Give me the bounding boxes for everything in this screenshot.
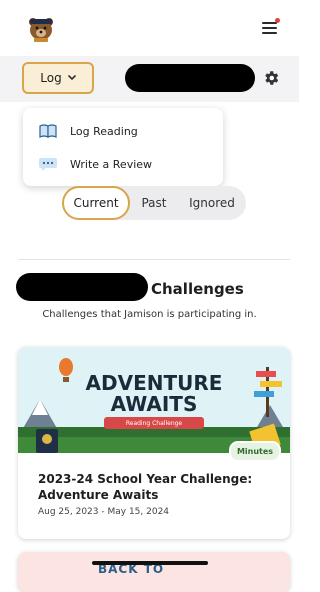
challenge-filter-tabs: Current Past Ignored <box>62 186 246 220</box>
tab-ignored[interactable]: Ignored <box>182 186 242 220</box>
challenge-card[interactable]: ADVENTURE AWAITS Reading Challenge Minut… <box>18 347 290 539</box>
challenge-banner-image: ADVENTURE AWAITS Reading Challenge <box>18 347 290 453</box>
speech-bubble-icon <box>38 156 58 172</box>
menu-item-write-review[interactable]: Write a Review <box>23 147 223 181</box>
redacted-student-name <box>125 64 255 92</box>
tab-label: Past <box>141 196 167 210</box>
tab-past[interactable]: Past <box>130 186 178 220</box>
log-dropdown-menu: Log Reading Write a Review <box>23 108 223 186</box>
section-heading: Challenges <box>151 280 244 298</box>
challenge-type-badge: Minutes <box>229 441 281 462</box>
redacted-student-name <box>16 273 148 301</box>
reading-challenge-ribbon: Reading Challenge <box>104 417 204 429</box>
menu-item-label: Write a Review <box>70 157 153 171</box>
tab-label: Current <box>73 196 119 210</box>
tab-label: Ignored <box>189 196 235 210</box>
challenge-dates: Aug 25, 2023 - May 15, 2024 <box>38 507 170 517</box>
home-indicator[interactable] <box>92 561 208 565</box>
banner-title-line2: AWAITS <box>110 392 198 416</box>
log-dropdown-button[interactable]: Log <box>22 62 94 94</box>
bear-mascot-icon[interactable] <box>26 16 56 42</box>
chevron-down-icon <box>67 75 76 81</box>
hamburger-menu-icon[interactable] <box>262 18 280 36</box>
top-navigation-bar <box>0 0 299 56</box>
challenge-title: 2023-24 School Year Challenge: Adventure… <box>38 472 253 502</box>
menu-item-log-reading[interactable]: Log Reading <box>23 114 223 148</box>
tab-current[interactable]: Current <box>62 186 130 220</box>
section-divider <box>18 259 290 260</box>
open-book-icon <box>38 123 58 139</box>
menu-item-label: Log Reading <box>70 124 138 138</box>
notification-dot <box>275 18 280 23</box>
log-button-label: Log <box>40 71 62 85</box>
section-subtitle: Challenges that Jamison is participating… <box>42 309 257 320</box>
challenge-card[interactable]: BACK TO <box>18 552 290 592</box>
gear-icon[interactable] <box>262 69 280 87</box>
